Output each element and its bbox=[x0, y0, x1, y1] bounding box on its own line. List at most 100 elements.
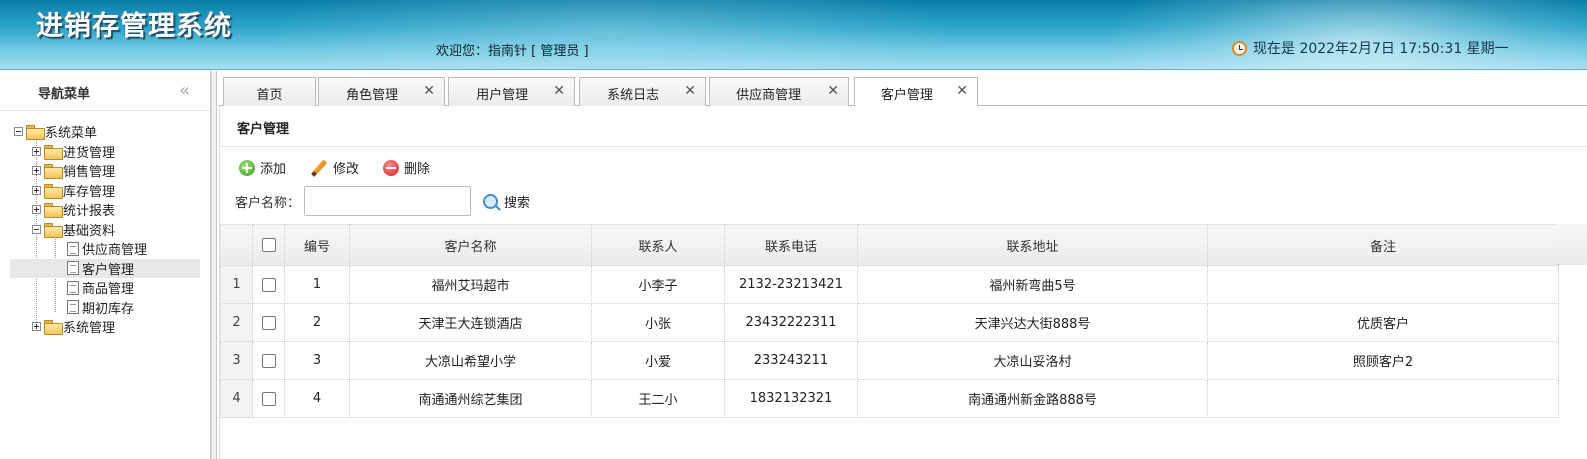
cell-remark: 优质客户 bbox=[1207, 303, 1559, 342]
delete-button[interactable]: 删除 bbox=[383, 158, 430, 177]
cell-remark bbox=[1207, 379, 1559, 418]
column-header[interactable]: 联系人 bbox=[591, 224, 725, 266]
cell-remark: 照顾客户2 bbox=[1207, 341, 1559, 380]
column-header[interactable]: 联系地址 bbox=[857, 224, 1208, 266]
tab-customers[interactable]: 客户管理 ✕ bbox=[854, 77, 978, 107]
content-panel: 客户管理 添加 修改 删除 客户名称： 搜索 编号 客户名称 联系人 联系电话 bbox=[219, 106, 1587, 459]
add-button[interactable]: 添加 bbox=[239, 158, 286, 177]
table-row[interactable]: 2 2 天津王大连锁酒店 小张 23432222311 天津兴达大街888号 优… bbox=[220, 303, 1559, 342]
edit-button[interactable]: 修改 bbox=[311, 158, 359, 177]
tree-node-goods[interactable]: 商品管理 bbox=[10, 278, 200, 298]
close-tab-icon[interactable]: ✕ bbox=[827, 83, 839, 99]
tab-label: 系统日志 bbox=[607, 88, 660, 103]
tree-node-system[interactable]: 系统管理 bbox=[10, 317, 200, 337]
tree-node-label: 库存管理 bbox=[63, 184, 116, 200]
cell-contact: 小李子 bbox=[591, 265, 725, 304]
table-header-filler bbox=[1558, 224, 1587, 265]
customer-name-input[interactable] bbox=[304, 186, 471, 216]
folder-open-icon bbox=[26, 125, 45, 141]
sidebar-header: 导航菜单 « bbox=[0, 71, 210, 111]
folder-icon bbox=[44, 320, 63, 336]
tab-home[interactable]: 首页 bbox=[223, 77, 316, 106]
cell-phone: 1832132321 bbox=[724, 379, 858, 418]
tab-system-log[interactable]: 系统日志 ✕ bbox=[579, 77, 706, 106]
cell-contact: 小张 bbox=[591, 303, 725, 342]
panel-header: 客户管理 bbox=[220, 106, 1587, 147]
edit-button-label: 修改 bbox=[333, 162, 360, 177]
search-button[interactable]: 搜索 bbox=[483, 192, 530, 211]
select-all-checkbox[interactable] bbox=[261, 238, 276, 252]
add-icon bbox=[239, 159, 255, 176]
tab-users[interactable]: 用户管理 ✕ bbox=[448, 77, 575, 106]
tree-node-reports[interactable]: 统计报表 bbox=[10, 200, 200, 220]
cell-name: 天津王大连锁酒店 bbox=[349, 303, 592, 342]
table-row[interactable]: 4 4 南通通州综艺集团 王二小 1832132321 南通通州新金路888号 bbox=[220, 379, 1559, 418]
nav-tree: 系统菜单 进货管理 销售管理 库存管理 统计报表 基础资料 供应商管理 客户管理… bbox=[10, 122, 200, 337]
folder-open-icon bbox=[44, 222, 63, 238]
expand-node-icon[interactable] bbox=[32, 146, 41, 156]
row-checkbox[interactable] bbox=[261, 353, 276, 368]
expand-node-icon[interactable] bbox=[32, 166, 41, 176]
tree-node-label: 客户管理 bbox=[82, 262, 135, 278]
cell-phone: 2132-23213421 bbox=[724, 265, 858, 304]
tree-node-inventory[interactable]: 库存管理 bbox=[10, 181, 200, 201]
expand-node-icon[interactable] bbox=[32, 322, 41, 332]
close-tab-icon[interactable]: ✕ bbox=[423, 83, 435, 99]
row-checkbox[interactable] bbox=[261, 315, 276, 330]
column-header[interactable]: 编号 bbox=[284, 224, 350, 266]
tree-node-label: 期初库存 bbox=[82, 301, 135, 317]
row-checkbox[interactable] bbox=[261, 391, 276, 406]
select-all-cell bbox=[252, 224, 285, 266]
close-tab-icon[interactable]: ✕ bbox=[956, 83, 968, 99]
tab-label: 角色管理 bbox=[346, 88, 399, 103]
row-checkbox[interactable] bbox=[261, 277, 276, 292]
collapse-node-icon[interactable] bbox=[32, 224, 41, 234]
tab-suppliers[interactable]: 供应商管理 ✕ bbox=[709, 77, 849, 106]
column-header[interactable]: 联系电话 bbox=[724, 224, 858, 266]
tree-node-root[interactable]: 系统菜单 bbox=[10, 122, 200, 142]
welcome-text: 欢迎您：指南针 [ 管理员 ] bbox=[436, 44, 589, 59]
tab-roles[interactable]: 角色管理 ✕ bbox=[318, 77, 445, 106]
document-icon bbox=[67, 300, 79, 315]
tree-node-basic-data[interactable]: 基础资料 bbox=[10, 220, 200, 240]
row-select-cell bbox=[252, 303, 285, 342]
cell-name: 福州艾玛超市 bbox=[349, 265, 592, 304]
column-header[interactable]: 备注 bbox=[1207, 224, 1559, 266]
tab-label: 首页 bbox=[256, 88, 283, 103]
row-select-cell bbox=[252, 341, 285, 380]
collapse-node-icon[interactable] bbox=[14, 127, 23, 137]
column-header[interactable]: 客户名称 bbox=[349, 224, 592, 266]
delete-button-label: 删除 bbox=[404, 162, 431, 177]
cell-id: 3 bbox=[284, 341, 350, 380]
row-select-cell bbox=[252, 265, 285, 304]
tree-node-customer[interactable]: 客户管理 bbox=[10, 258, 200, 278]
close-tab-icon[interactable]: ✕ bbox=[684, 83, 696, 99]
tree-node-purchase[interactable]: 进货管理 bbox=[10, 142, 200, 162]
layout-splitter[interactable] bbox=[211, 71, 217, 459]
table-row[interactable]: 1 1 福州艾玛超市 小李子 2132-23213421 福州新弯曲5号 bbox=[220, 265, 1559, 304]
collapse-sidebar-icon[interactable]: « bbox=[179, 80, 190, 101]
tree-node-initial-stock[interactable]: 期初库存 bbox=[10, 298, 200, 318]
tree-node-label: 系统菜单 bbox=[45, 126, 98, 142]
table-row[interactable]: 3 3 大凉山希望小学 小爱 233243211 大凉山妥洛村 照顾客户2 bbox=[220, 341, 1559, 380]
cell-id: 4 bbox=[284, 379, 350, 418]
tree-node-supplier[interactable]: 供应商管理 bbox=[10, 239, 200, 259]
document-icon bbox=[67, 241, 79, 256]
cell-name: 大凉山希望小学 bbox=[349, 341, 592, 380]
tab-label: 客户管理 bbox=[880, 88, 933, 103]
expand-node-icon[interactable] bbox=[32, 205, 41, 215]
alarm-clock-icon bbox=[1232, 40, 1247, 56]
folder-icon bbox=[44, 183, 63, 199]
cell-address: 福州新弯曲5号 bbox=[857, 265, 1208, 304]
tree-node-label: 商品管理 bbox=[82, 282, 135, 298]
close-tab-icon[interactable]: ✕ bbox=[553, 83, 565, 99]
pencil-icon bbox=[311, 160, 327, 176]
row-number: 1 bbox=[220, 265, 253, 304]
expand-node-icon[interactable] bbox=[32, 185, 41, 195]
cell-contact: 小爱 bbox=[591, 341, 725, 380]
tree-node-sales[interactable]: 销售管理 bbox=[10, 161, 200, 181]
cell-address: 天津兴达大街888号 bbox=[857, 303, 1208, 342]
folder-icon bbox=[44, 203, 63, 219]
search-button-label: 搜索 bbox=[504, 196, 531, 211]
app-title: 进销存管理系统 bbox=[36, 11, 232, 42]
